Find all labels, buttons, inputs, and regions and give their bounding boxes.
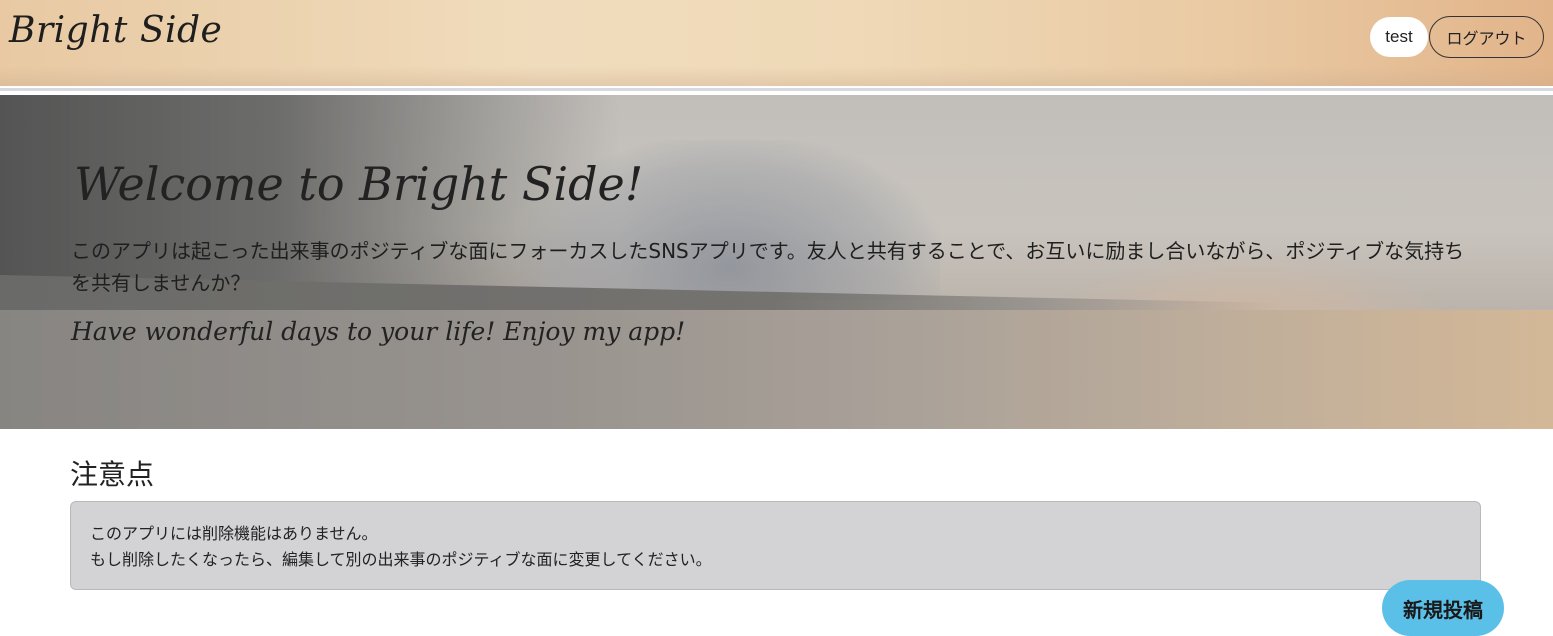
brand-logo[interactable]: Bright Side [9,10,222,51]
notice-line: このアプリには削除機能はありません。 [90,524,378,543]
notice-line: もし削除したくなったら、編集して別の出来事のポジティブな面に変更してください。 [90,550,712,569]
top-navbar: Bright Side test ログアウト [0,0,1553,86]
hero-description: このアプリは起こった出来事のポジティブな面にフォーカスしたSNSアプリです。友人… [71,239,1465,295]
logout-button[interactable]: ログアウト [1429,16,1544,58]
header-divider [0,88,1553,91]
notes-heading: 注意点 [70,458,155,491]
hero-title: Welcome to Bright Side! [74,157,644,211]
hero-tagline: Have wonderful days to your life! Enjoy … [71,317,686,346]
username-badge[interactable]: test [1370,17,1428,57]
hero-banner: Welcome to Bright Side! このアプリは起こった出来事のポジ… [0,95,1553,429]
notice-box: このアプリには削除機能はありません。 もし削除したくなったら、編集して別の出来事… [70,501,1481,590]
new-post-button[interactable]: 新規投稿 [1382,580,1504,636]
